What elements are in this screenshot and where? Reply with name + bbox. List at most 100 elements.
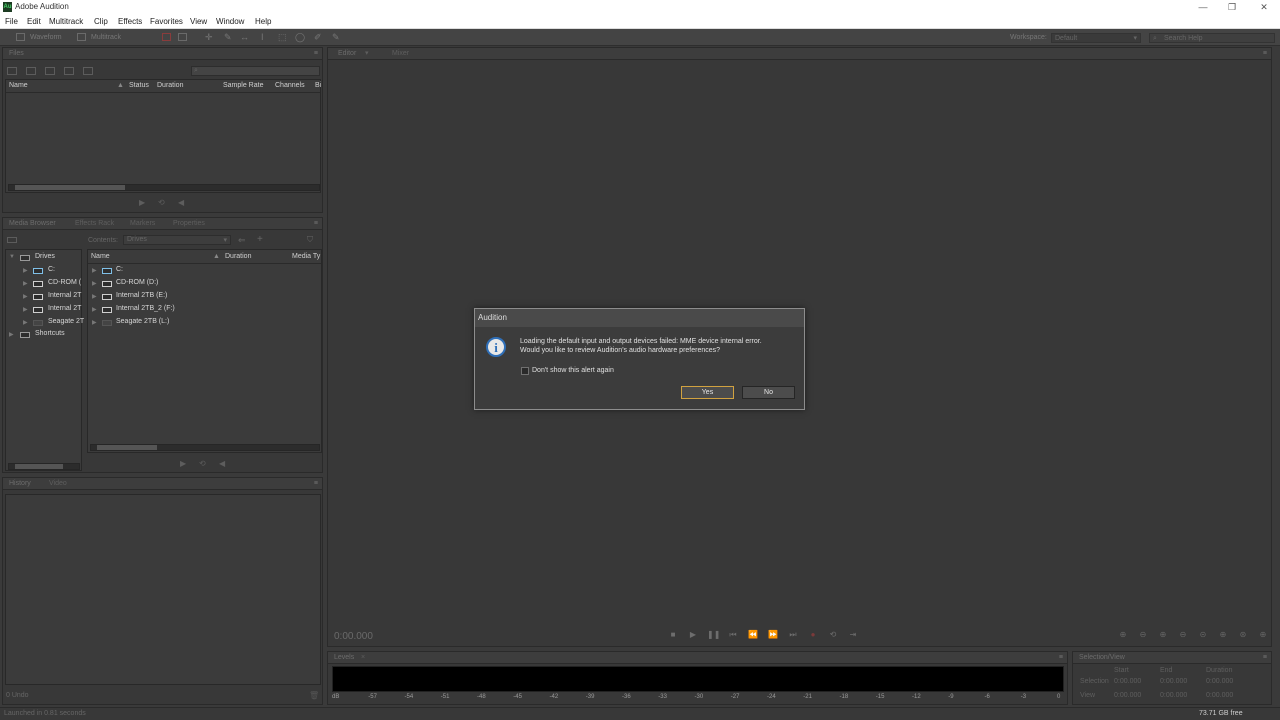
expand-arrow-icon[interactable]: ▶ [23,319,28,326]
autoplay-icon[interactable]: ◀ [219,459,225,468]
razor-tool-icon[interactable]: ✎ [224,32,232,43]
list-item[interactable]: CD-ROM (D:) [116,279,158,286]
spot-healing-icon[interactable]: ✎ [332,32,340,43]
tab-effects-rack[interactable]: Effects Rack [75,219,114,229]
list-item[interactable]: Internal 2TB (E:) [116,292,167,299]
play-icon[interactable]: ▶ [687,630,699,640]
column-channels[interactable]: Channels [275,82,305,89]
folder-icon[interactable] [7,67,17,75]
multitrack-button[interactable]: Multitrack [91,32,121,43]
zoom-in-time-icon[interactable]: ⊕ [1156,630,1170,640]
tree-item-drives[interactable]: Drives [35,253,55,260]
drive-toggle-icon[interactable] [7,237,17,243]
move-tool-icon[interactable]: ✛ [205,32,213,43]
rewind-icon[interactable]: ⏪ [747,630,759,640]
tab-levels[interactable]: Levels [334,653,354,663]
expand-arrow-icon[interactable]: ▶ [92,280,97,287]
time-readout[interactable]: 0:00.000 [334,631,373,642]
zoom-out-amplitude-icon[interactable]: ⊖ [1136,630,1150,640]
autoplay-icon[interactable]: ◀ [178,198,184,207]
spectral-pitch-icon[interactable] [178,33,187,41]
chevron-down-icon[interactable]: ▾ [365,49,369,59]
dont-show-checkbox[interactable] [521,367,529,375]
column-name[interactable]: Name [9,82,28,89]
close-button[interactable]: ✕ [1254,1,1274,13]
menu-effects[interactable]: Effects [118,17,142,26]
list-item[interactable]: Internal 2TB_2 (F:) [116,305,175,312]
brush-tool-icon[interactable]: ✐ [314,32,322,43]
expand-arrow-icon[interactable]: ▶ [23,267,28,274]
view-duration[interactable]: 0:00.000 [1206,692,1233,699]
waveform-button[interactable]: Waveform [30,32,62,43]
column-sample-rate[interactable]: Sample Rate [223,82,263,89]
tab-properties[interactable]: Properties [173,219,205,229]
loop-icon[interactable]: ⟲ [158,198,165,207]
play-icon[interactable]: ▶ [180,459,186,468]
column-bit-depth[interactable]: Bi [315,82,321,89]
scroll-thumb[interactable] [15,464,63,469]
files-search-input[interactable]: ⌕ [191,66,320,76]
menu-edit[interactable]: Edit [27,17,41,26]
pause-icon[interactable]: ❚❚ [707,630,720,640]
tree-item-internal-e[interactable]: Internal 2T [48,292,81,299]
tab-media-browser[interactable]: Media Browser [9,219,56,229]
panel-menu-icon[interactable]: ≡ [1059,654,1063,661]
tree-item-seagate[interactable]: Seagate 2T [48,318,84,325]
minimize-button[interactable]: — [1193,1,1213,13]
insert-icon[interactable] [45,67,55,75]
expand-arrow-icon[interactable]: ▶ [9,331,14,338]
lasso-tool-icon[interactable]: ◯ [295,32,305,43]
tree-item-c[interactable]: C: [48,266,55,273]
delete-icon[interactable] [83,67,93,75]
zoom-in-amplitude-icon[interactable]: ⊕ [1116,630,1130,640]
zoom-selection-icon[interactable]: ⊛ [1236,630,1250,640]
menu-help[interactable]: Help [255,17,271,26]
expand-arrow-icon[interactable]: ▶ [23,293,28,300]
panel-menu-icon[interactable]: ≡ [1263,654,1267,661]
expand-arrow-icon[interactable]: ▶ [92,267,97,274]
zoom-in-point-icon[interactable]: ⊕ [1216,630,1230,640]
tab-markers[interactable]: Markers [130,219,155,229]
column-media-type[interactable]: Media Ty [292,253,320,260]
dont-show-label[interactable]: Don't show this alert again [532,367,614,374]
contents-select[interactable]: Drives ▾ [123,235,231,245]
add-shortcut-icon[interactable]: + [257,234,263,245]
time-selection-tool-icon[interactable]: I [261,32,264,43]
media-scrollbar[interactable] [90,444,320,451]
fast-forward-icon[interactable]: ⏩ [767,630,779,640]
yes-button[interactable]: Yes [681,386,734,399]
go-to-end-icon[interactable]: ⏭ [787,630,799,640]
trash-icon[interactable]: 🗑 [309,691,319,700]
tab-video[interactable]: Video [49,479,67,489]
column-duration[interactable]: Duration [157,82,183,89]
panel-menu-icon[interactable]: ≡ [314,220,318,227]
list-item[interactable]: C: [116,266,123,273]
spectral-frequency-icon[interactable] [162,33,171,41]
panel-menu-icon[interactable]: ≡ [314,50,318,57]
workspace-select[interactable]: Default ▾ [1051,33,1141,43]
expand-arrow-icon[interactable]: ▼ [9,254,15,260]
column-duration[interactable]: Duration [225,253,251,260]
column-status[interactable]: Status [129,82,149,89]
maximize-button[interactable]: ❐ [1222,1,1242,13]
play-icon[interactable]: ▶ [139,198,145,207]
list-item[interactable]: Seagate 2TB (L:) [116,318,169,325]
tab-editor[interactable]: Editor [338,49,356,59]
tree-item-internal-f[interactable]: Internal 2T [48,305,81,312]
filter-icon[interactable]: ⛉ [307,235,313,245]
zoom-out-full-icon[interactable]: ⊝ [1196,630,1210,640]
marquee-tool-icon[interactable]: ⬚ [278,32,287,43]
loop-icon[interactable]: ⟲ [199,459,206,468]
close-icon[interactable]: × [361,653,365,663]
expand-arrow-icon[interactable]: ▶ [23,306,28,313]
expand-arrow-icon[interactable]: ▶ [92,293,97,300]
new-file-icon[interactable] [26,67,36,75]
slip-tool-icon[interactable]: ↔ [240,32,249,43]
no-button[interactable]: No [742,386,795,399]
scroll-thumb[interactable] [15,185,125,190]
scroll-thumb[interactable] [97,445,157,450]
zoom-out-time-icon[interactable]: ⊖ [1176,630,1190,640]
menu-favorites[interactable]: Favorites [150,17,183,26]
view-end[interactable]: 0:00.000 [1160,692,1187,699]
close-file-icon[interactable] [64,67,74,75]
